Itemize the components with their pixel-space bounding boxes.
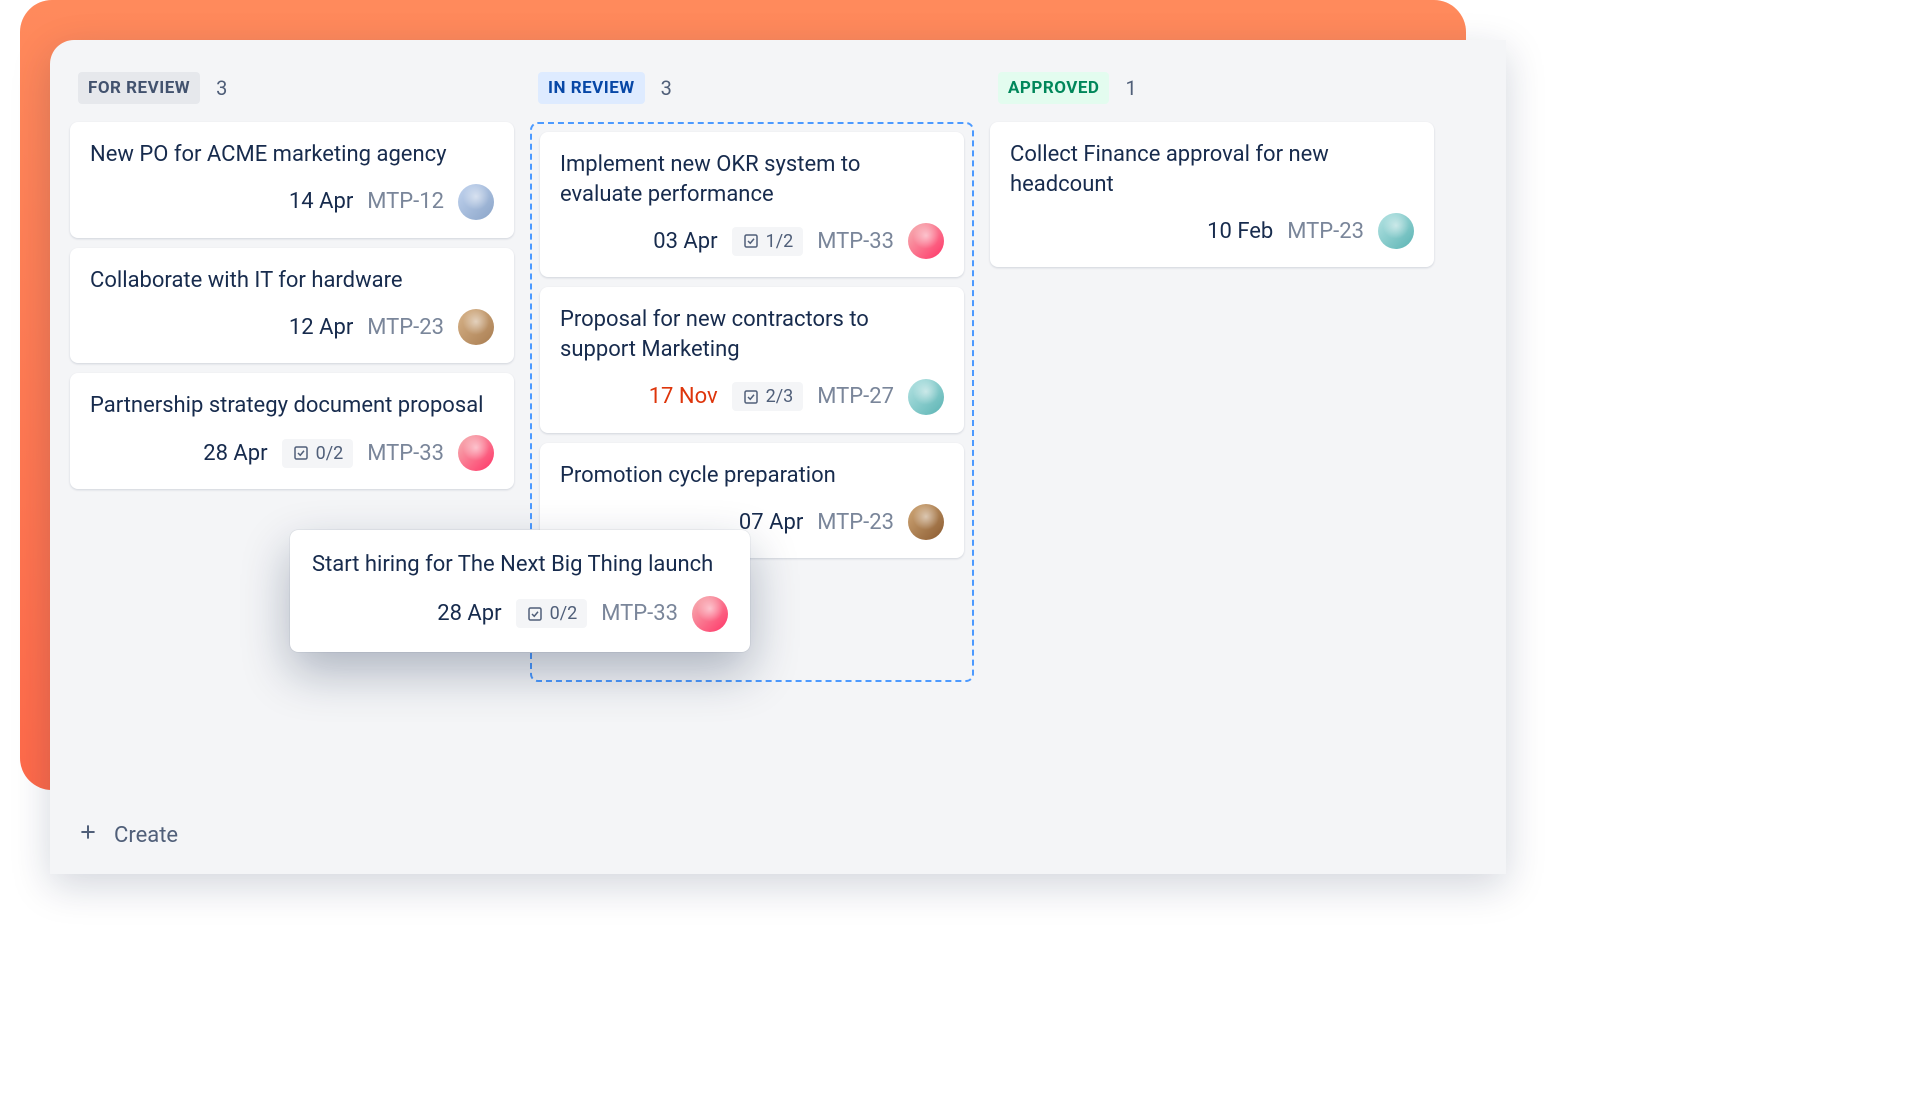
column-count: 3 — [661, 76, 672, 100]
board-footer: Create — [50, 804, 1506, 874]
column-count: 1 — [1125, 76, 1136, 100]
column-badge: APPROVED — [998, 72, 1109, 104]
card-title: Start hiring for The Next Big Thing laun… — [312, 550, 728, 580]
column-for-review: FOR REVIEW 3 New PO for ACME marketing age… — [62, 64, 522, 804]
card-date: 12 Apr — [289, 315, 353, 340]
checklist-chip: 0/2 — [516, 599, 588, 628]
avatar — [908, 223, 944, 259]
card-stack: Collect Finance approval for new headcou… — [990, 122, 1434, 267]
board-columns: FOR REVIEW 3 New PO for ACME marketing age… — [50, 40, 1506, 804]
board-card[interactable]: Collaborate with IT for hardware 12 Apr MT… — [70, 248, 514, 364]
card-key: MTP-12 — [367, 189, 444, 214]
checklist-count: 0/2 — [550, 603, 578, 624]
card-title: Promotion cycle preparation — [560, 461, 944, 491]
checklist-count: 2/3 — [766, 386, 794, 407]
column-count: 3 — [216, 76, 227, 100]
create-button[interactable]: Create — [114, 823, 178, 848]
column-header: IN REVIEW 3 — [530, 64, 974, 122]
card-meta: 03 Apr 1/2 MTP-33 — [560, 223, 944, 259]
card-title: Partnership strategy document proposal — [90, 391, 494, 421]
column-in-review: IN REVIEW 3 Implement new OKR system to ev… — [522, 64, 982, 804]
card-date: 14 Apr — [289, 189, 353, 214]
card-meta: 17 Nov 2/3 MTP-27 — [560, 379, 944, 415]
avatar — [458, 435, 494, 471]
card-key: MTP-27 — [817, 384, 894, 409]
card-meta: 12 Apr MTP-23 — [90, 309, 494, 345]
avatar — [458, 309, 494, 345]
checklist-chip: 1/2 — [732, 227, 804, 256]
checklist-chip: 2/3 — [732, 382, 804, 411]
card-meta: 28 Apr 0/2 MTP-33 — [312, 596, 728, 632]
card-stack: New PO for ACME marketing agency 14 Apr MT… — [70, 122, 514, 489]
avatar — [1378, 213, 1414, 249]
checklist-chip: 0/2 — [282, 439, 354, 468]
card-title: Collect Finance approval for new headcou… — [1010, 140, 1414, 199]
kanban-board: FOR REVIEW 3 New PO for ACME marketing age… — [50, 40, 1506, 874]
card-meta: 10 Feb MTP-23 — [1010, 213, 1414, 249]
column-header: APPROVED 1 — [990, 64, 1434, 122]
column-badge: FOR REVIEW — [78, 72, 200, 104]
card-key: MTP-33 — [601, 601, 678, 626]
plus-icon[interactable] — [78, 822, 98, 848]
card-key: MTP-33 — [817, 229, 894, 254]
card-meta: 14 Apr MTP-12 — [90, 184, 494, 220]
card-title: New PO for ACME marketing agency — [90, 140, 494, 170]
card-key: MTP-23 — [817, 510, 894, 535]
card-date: 10 Feb — [1207, 219, 1273, 244]
board-card[interactable]: New PO for ACME marketing agency 14 Apr MT… — [70, 122, 514, 238]
board-card[interactable]: Partnership strategy document proposal 28… — [70, 373, 514, 489]
dragging-card[interactable]: Start hiring for The Next Big Thing laun… — [290, 530, 750, 652]
card-key: MTP-23 — [367, 315, 444, 340]
card-date: 03 Apr — [653, 229, 717, 254]
board-card[interactable]: Collect Finance approval for new headcou… — [990, 122, 1434, 267]
column-approved: APPROVED 1 Collect Finance approval for ne… — [982, 64, 1442, 804]
board-card[interactable]: Proposal for new contractors to support … — [540, 287, 964, 432]
card-meta: 28 Apr 0/2 MTP-33 — [90, 435, 494, 471]
checklist-count: 0/2 — [316, 443, 344, 464]
card-date: 07 Apr — [739, 510, 803, 535]
avatar — [908, 504, 944, 540]
card-key: MTP-23 — [1287, 219, 1364, 244]
card-title: Proposal for new contractors to support … — [560, 305, 944, 364]
card-date: 28 Apr — [437, 601, 501, 626]
card-title: Implement new OKR system to evaluate per… — [560, 150, 944, 209]
avatar — [458, 184, 494, 220]
board-card[interactable]: Implement new OKR system to evaluate per… — [540, 132, 964, 277]
avatar — [908, 379, 944, 415]
card-date: 28 Apr — [203, 441, 267, 466]
column-badge: IN REVIEW — [538, 72, 645, 104]
column-header: FOR REVIEW 3 — [70, 64, 514, 122]
card-title: Collaborate with IT for hardware — [90, 266, 494, 296]
card-date: 17 Nov — [649, 384, 718, 409]
checklist-count: 1/2 — [766, 231, 794, 252]
card-key: MTP-33 — [367, 441, 444, 466]
avatar — [692, 596, 728, 632]
